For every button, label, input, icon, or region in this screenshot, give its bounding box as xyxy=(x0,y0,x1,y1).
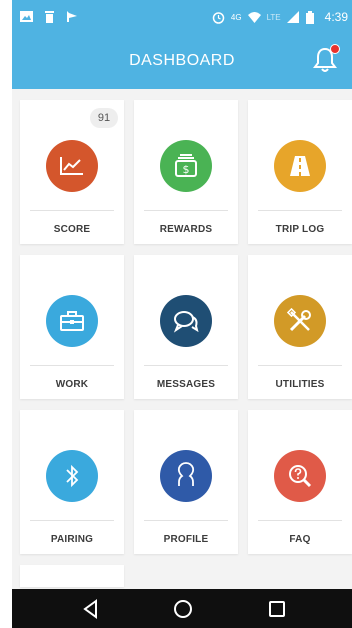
dashboard-grid: 91 SCORE $ REWARDS TRIP LOG WORK MESSAGE… xyxy=(12,89,352,589)
tile-work[interactable]: WORK xyxy=(20,255,124,399)
tile-divider xyxy=(30,210,114,211)
tile-label: UTILITIES xyxy=(275,379,325,390)
cash-icon: $ xyxy=(160,140,212,192)
tools-icon xyxy=(274,295,326,347)
tile-divider xyxy=(258,520,342,521)
notification-dot xyxy=(330,44,340,54)
bluetooth-icon xyxy=(46,450,98,502)
tile-pairing[interactable]: PAIRING xyxy=(20,410,124,554)
tile-faq[interactable]: FAQ xyxy=(248,410,352,554)
search-help-icon xyxy=(274,450,326,502)
recents-button[interactable] xyxy=(266,598,288,620)
home-button[interactable] xyxy=(172,598,194,620)
tile-divider xyxy=(144,365,228,366)
cell-signal-icon xyxy=(286,10,300,24)
tile-label: MESSAGES xyxy=(156,379,216,390)
tile-score[interactable]: 91 SCORE xyxy=(20,100,124,244)
notifications-button[interactable] xyxy=(312,44,340,74)
tile-divider xyxy=(30,365,114,366)
back-icon xyxy=(83,599,97,619)
tile-messages[interactable]: MESSAGES xyxy=(134,255,238,399)
tile-trip-log[interactable]: TRIP LOG xyxy=(248,100,352,244)
tile-rewards[interactable]: $ REWARDS xyxy=(134,100,238,244)
tile-divider xyxy=(144,520,228,521)
tile-divider xyxy=(144,210,228,211)
status-bar-left xyxy=(20,10,79,23)
briefcase-icon xyxy=(46,295,98,347)
status-bar-right: 4G LTE 4:39 xyxy=(212,10,348,24)
tile-divider xyxy=(258,365,342,366)
svg-text:$: $ xyxy=(183,163,190,176)
network-type-label: 4G xyxy=(230,12,242,22)
tile-profile[interactable]: PROFILE xyxy=(134,410,238,554)
lte-label: LTE xyxy=(266,12,281,22)
tile-divider xyxy=(30,520,114,521)
tile-label: REWARDS xyxy=(159,224,213,235)
score-badge: 91 xyxy=(90,108,118,128)
tile-label: PAIRING xyxy=(50,534,94,545)
recents-icon xyxy=(269,601,285,617)
phone-screen: 4G LTE 4:39 DASHBOARD 91 SCORE $ REWARDS… xyxy=(12,0,352,628)
road-icon xyxy=(274,140,326,192)
tile-utilities[interactable]: UTILITIES xyxy=(248,255,352,399)
tile-label: WORK xyxy=(55,379,89,390)
back-button[interactable] xyxy=(80,598,102,620)
tile-partial[interactable] xyxy=(20,565,124,587)
alarm-icon xyxy=(212,11,225,24)
screen: 4G LTE 4:39 DASHBOARD 91 SCORE $ REWARDS… xyxy=(0,0,352,628)
page-title: DASHBOARD xyxy=(129,52,235,69)
tile-label: PROFILE xyxy=(163,534,209,545)
wifi-icon xyxy=(247,11,261,24)
status-bar: 4G LTE 4:39 xyxy=(12,0,352,34)
person-outline-icon xyxy=(160,450,212,502)
signal-flag-icon xyxy=(66,10,79,23)
system-nav-bar xyxy=(12,589,352,628)
tile-label: SCORE xyxy=(53,224,91,235)
trend-chart-icon xyxy=(46,140,98,192)
chat-bubbles-icon xyxy=(160,295,212,347)
tile-label: FAQ xyxy=(289,534,311,545)
delete-icon xyxy=(43,10,56,23)
tile-label: TRIP LOG xyxy=(275,224,325,235)
app-bar: DASHBOARD xyxy=(12,34,352,89)
battery-icon xyxy=(305,10,319,24)
image-icon xyxy=(20,10,33,23)
clock-time: 4:39 xyxy=(324,10,348,24)
home-icon xyxy=(174,600,192,618)
tile-divider xyxy=(258,210,342,211)
